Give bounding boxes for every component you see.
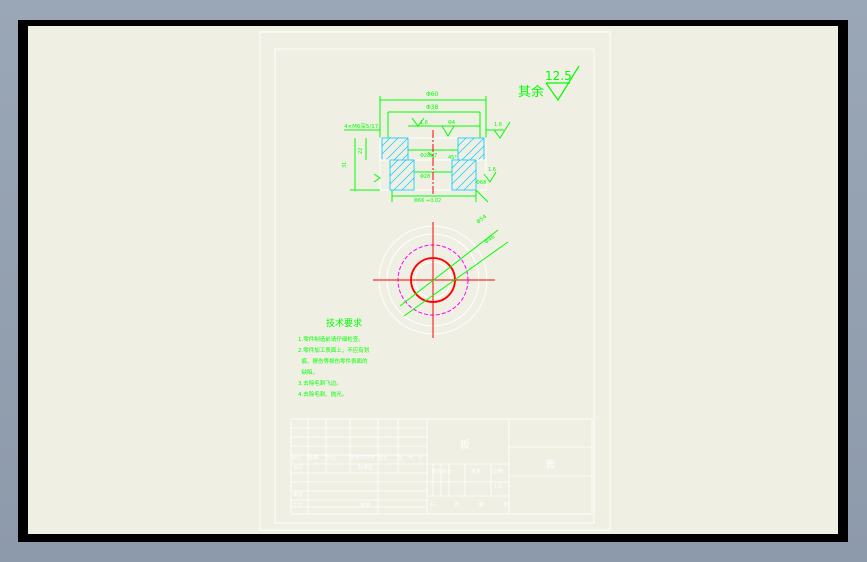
sheet-label: 张 (454, 502, 460, 508)
svg-text:12.5: 12.5 (545, 69, 572, 83)
tech-line: 4.去除毛刺、抛光。 (298, 392, 348, 398)
scale-value: 1:1 (494, 484, 503, 490)
header-cell: 签名 (378, 455, 389, 461)
svg-text:Φ4: Φ4 (448, 120, 455, 126)
scale-label: 比例 (493, 469, 504, 475)
header-cell: 标记 (291, 455, 302, 461)
sheet-label: 第 (478, 502, 484, 508)
svg-text:Φ46: Φ46 (484, 234, 497, 246)
weight-label: 重量 (471, 469, 482, 475)
svg-text:22: 22 (358, 148, 364, 154)
svg-text:Φ68: Φ68 (476, 180, 486, 186)
svg-text:Φ28H7: Φ28H7 (420, 153, 437, 159)
tech-line: 2.零件加工表面上，不应有划 (298, 348, 370, 354)
row-approve: 批准 (360, 503, 371, 509)
svg-text:Φ60: Φ60 (426, 91, 439, 98)
sheet-label: 张 (502, 502, 508, 508)
header-cell: 年、月、日 (398, 455, 424, 461)
svg-text:Φ28: Φ28 (420, 174, 430, 180)
roughness-symbol: 其余 12.5 (518, 65, 580, 102)
title-header-row: 标记 处数 分区 更改文件号 签名 年、月、日 (291, 454, 427, 463)
drawing-svg: 其余 12.5 Φ60 Φ38 4×M6深5/17 1.6 Φ4 1.6 Φ28… (259, 31, 611, 531)
svg-text:4×M6深5/17: 4×M6深5/17 (344, 122, 379, 130)
tech-requirements: 技术要求 1.零件制造前请仔细检查。 2.零件加工表面上，不应有划 痕、擦伤等损… (298, 316, 418, 401)
drawing-canvas[interactable]: 其余 12.5 Φ60 Φ38 4×M6深5/17 1.6 Φ4 1.6 Φ28… (28, 26, 838, 534)
tech-line: 痕、擦伤等损伤零件表面的 (298, 359, 368, 365)
svg-text:Φ66 +0.02: Φ66 +0.02 (414, 198, 441, 204)
tech-line: 3.去除毛刺飞边。 (298, 381, 342, 387)
svg-text:31: 31 (342, 162, 348, 168)
row-review: 审核 (293, 492, 304, 498)
svg-text:Φ54: Φ54 (476, 214, 489, 226)
part-name: 板 (460, 440, 470, 451)
svg-text:Φ38: Φ38 (426, 104, 439, 111)
sheet-inner-border (274, 48, 595, 524)
row-process: 工艺 (293, 503, 304, 509)
row-standard: 标准化 (358, 465, 374, 471)
svg-text:1.6: 1.6 (488, 167, 496, 173)
svg-text:1.6: 1.6 (420, 120, 428, 126)
header-cell: 分区 (326, 455, 337, 461)
header-cell: 处数 (308, 455, 319, 461)
sheet-label: 共 (430, 502, 436, 508)
svg-text:1.6: 1.6 (494, 122, 502, 128)
cad-viewport[interactable]: 其余 12.5 Φ60 Φ38 4×M6深5/17 1.6 Φ4 1.6 Φ28… (18, 20, 848, 542)
tech-line: 缺陷。 (298, 370, 318, 376)
stage-label: 阶段标记 (432, 469, 453, 475)
svg-text:其余: 其余 (518, 84, 544, 100)
row-design: 设计 (293, 465, 304, 471)
material-name: 套 (545, 460, 555, 471)
tech-line: 1.零件制造前请仔细检查。 (298, 337, 364, 343)
tech-title: 技术要求 (326, 319, 363, 329)
section-view: Φ60 Φ38 4×M6深5/17 1.6 Φ4 1.6 Φ28H7 45° Φ… (342, 91, 511, 204)
sheet-labels: 共 张 第 张 (430, 501, 508, 508)
header-cell: 更改文件号 (350, 455, 376, 461)
